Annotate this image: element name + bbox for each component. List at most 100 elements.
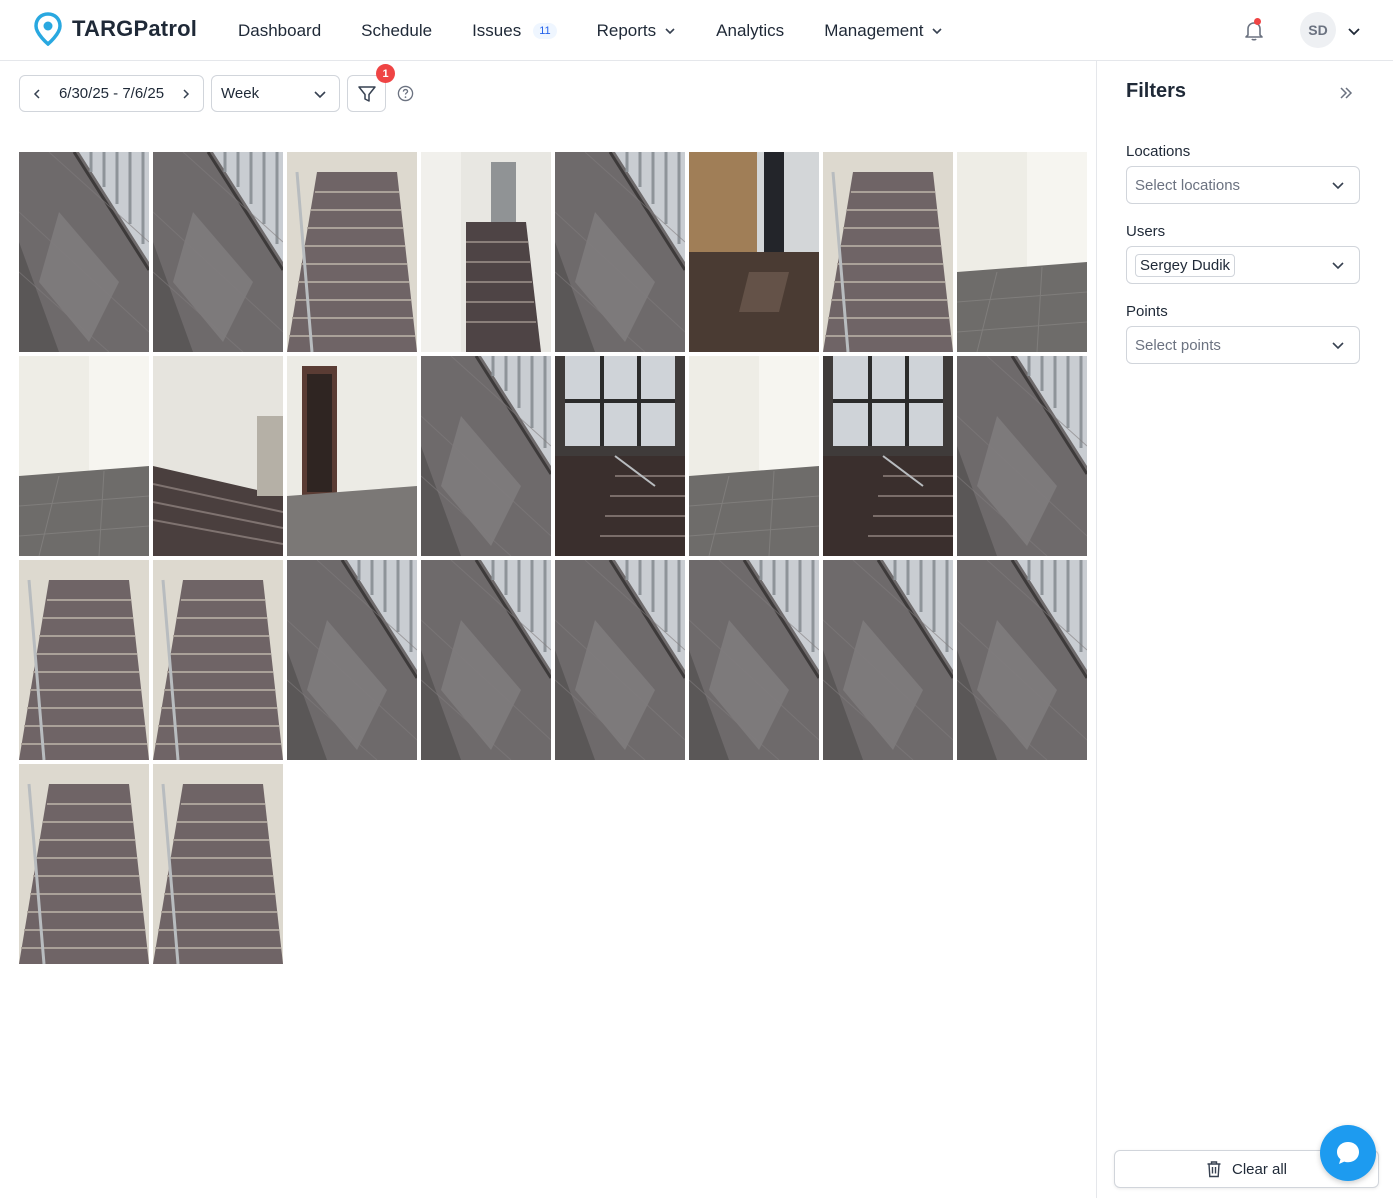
photo-image: [19, 152, 149, 352]
chevron-left-icon[interactable]: [32, 88, 42, 100]
photo-thumbnail[interactable]: [957, 356, 1087, 556]
photo-thumbnail[interactable]: [19, 560, 149, 760]
photo-thumbnail[interactable]: [287, 356, 417, 556]
chat-button[interactable]: [1320, 1125, 1376, 1181]
filter-icon: [357, 85, 376, 102]
chevron-down-icon: [665, 27, 675, 34]
photo-thumbnail[interactable]: [287, 560, 417, 760]
users-label: Users: [1126, 223, 1166, 240]
nav-label: Dashboard: [238, 20, 322, 40]
locations-select[interactable]: Select locations: [1126, 166, 1360, 204]
photo-image: [287, 560, 417, 760]
users-select[interactable]: Sergey Dudik: [1126, 246, 1360, 284]
photo-thumbnail[interactable]: [19, 152, 149, 352]
selected-user-chip[interactable]: Sergey Dudik: [1135, 253, 1236, 277]
location-pin-icon: [34, 12, 62, 46]
photo-thumbnail[interactable]: [421, 356, 551, 556]
chevron-down-icon[interactable]: [1347, 24, 1361, 38]
photo-thumbnail[interactable]: [689, 152, 819, 352]
photo-image: [19, 560, 149, 760]
nav-dashboard[interactable]: Dashboard: [238, 21, 321, 41]
date-range-picker: 6/30/25 - 7/6/25: [19, 75, 204, 112]
points-label: Points: [1126, 303, 1168, 320]
photo-image: [287, 152, 417, 352]
photo-image: [957, 152, 1087, 352]
nav-label: Schedule: [361, 20, 433, 40]
chevron-down-icon: [314, 90, 326, 98]
chevron-down-icon: [1332, 342, 1344, 350]
photo-thumbnail[interactable]: [421, 560, 551, 760]
photo-image: [689, 356, 819, 556]
photo-image: [421, 356, 551, 556]
photo-image: [957, 356, 1087, 556]
photo-thumbnail[interactable]: [689, 356, 819, 556]
photo-thumbnail[interactable]: [957, 152, 1087, 352]
photo-image: [555, 356, 685, 556]
photo-thumbnail[interactable]: [555, 356, 685, 556]
photo-image: [153, 152, 283, 352]
filters-title: Filters: [1126, 80, 1187, 102]
photo-image: [823, 356, 953, 556]
photo-thumbnail[interactable]: [823, 560, 953, 760]
chevron-down-icon: [1332, 182, 1344, 190]
locations-label: Locations: [1126, 143, 1191, 160]
points-select[interactable]: Select points: [1126, 326, 1360, 364]
photo-thumbnail[interactable]: [421, 152, 551, 352]
photo-image: [19, 356, 149, 556]
photo-thumbnail[interactable]: [555, 152, 685, 352]
period-value: Week: [221, 85, 260, 102]
photo-image: [689, 560, 819, 760]
photo-image: [823, 152, 953, 352]
photo-image: [823, 560, 953, 760]
photo-thumbnail[interactable]: [153, 764, 283, 964]
nav-issues[interactable]: Issues 11: [472, 21, 557, 41]
nav-label: Issues: [472, 20, 522, 40]
photo-thumbnail[interactable]: [287, 152, 417, 352]
photo-thumbnail[interactable]: [153, 356, 283, 556]
photo-image: [421, 152, 551, 352]
avatar[interactable]: SD: [1300, 12, 1336, 48]
photo-thumbnail[interactable]: [153, 152, 283, 352]
photo-thumbnail[interactable]: [823, 356, 953, 556]
photo-image: [555, 152, 685, 352]
photo-image: [153, 764, 283, 964]
chevron-down-icon: [1332, 262, 1344, 270]
photo-image: [421, 560, 551, 760]
logo[interactable]: TARGPatrol: [34, 12, 197, 46]
nav-label: Management: [824, 20, 924, 40]
photo-image: [957, 560, 1087, 760]
photo-thumbnail[interactable]: [689, 560, 819, 760]
nav-analytics[interactable]: Analytics: [716, 21, 784, 41]
nav-label: Reports: [596, 20, 657, 40]
clear-all-label: Clear all: [1231, 1160, 1288, 1178]
photo-thumbnail[interactable]: [957, 560, 1087, 760]
photo-grid: [19, 152, 1087, 964]
photo-thumbnail[interactable]: [823, 152, 953, 352]
locations-placeholder: Select locations: [1135, 176, 1241, 194]
notification-dot: [1254, 18, 1261, 25]
help-icon[interactable]: [397, 85, 414, 102]
collapse-panel-icon[interactable]: [1338, 85, 1354, 101]
date-range-label[interactable]: 6/30/25 - 7/6/25: [59, 85, 164, 102]
top-header: TARGPatrol Dashboard Schedule Issues 11 R…: [0, 0, 1393, 61]
main-nav: Dashboard Schedule Issues 11 Reports Anal…: [238, 0, 983, 61]
photo-thumbnail[interactable]: [19, 356, 149, 556]
issues-count-badge: 11: [533, 22, 557, 39]
chevron-down-icon: [932, 27, 942, 34]
photo-thumbnail[interactable]: [555, 560, 685, 760]
photo-image: [153, 356, 283, 556]
nav-reports[interactable]: Reports: [597, 21, 677, 41]
period-select[interactable]: Week: [211, 75, 340, 112]
photo-thumbnail[interactable]: [19, 764, 149, 964]
logo-text: TARGPatrol: [72, 16, 198, 41]
nav-label: Analytics: [716, 20, 785, 40]
nav-management[interactable]: Management: [824, 21, 943, 41]
photo-image: [153, 560, 283, 760]
filter-count-badge: 1: [376, 64, 395, 83]
trash-icon: [1207, 1161, 1221, 1178]
photo-image: [287, 356, 417, 556]
nav-schedule[interactable]: Schedule: [361, 21, 432, 41]
photo-thumbnail[interactable]: [153, 560, 283, 760]
photo-image: [19, 764, 149, 964]
chevron-right-icon[interactable]: [181, 88, 191, 100]
